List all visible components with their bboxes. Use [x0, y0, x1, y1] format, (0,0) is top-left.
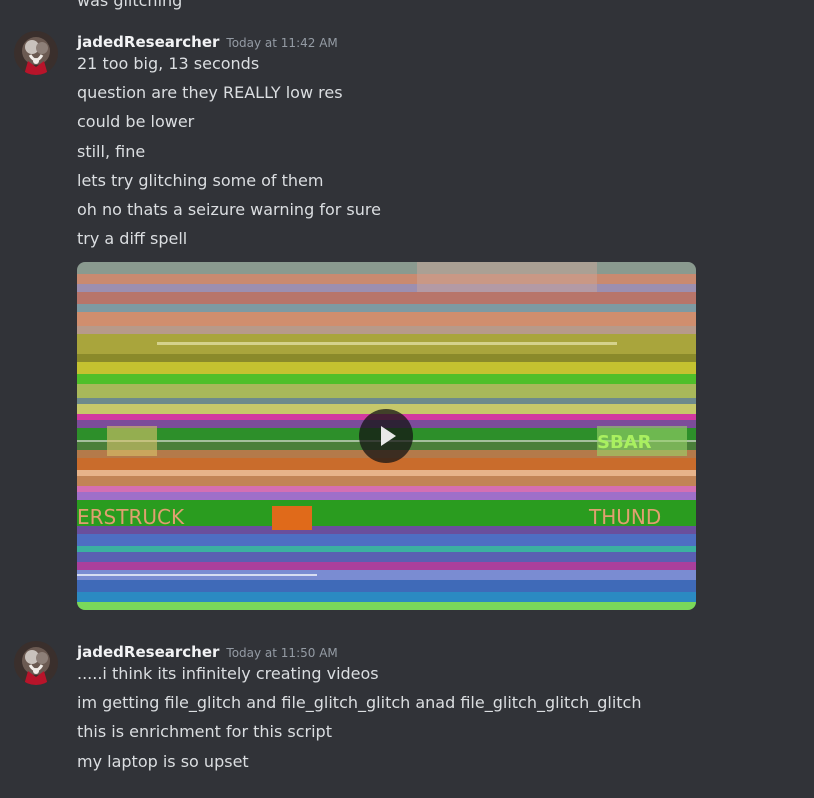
- message-line: my laptop is so upset: [77, 751, 249, 771]
- message-header: jadedResearcher Today at 11:50 AM: [77, 641, 338, 663]
- chat-messages: was glitching jadedResearcher Today at 11…: [0, 0, 814, 798]
- timestamp: Today at 11:50 AM: [226, 646, 338, 660]
- message-line: still, fine: [77, 141, 146, 161]
- video-overlay-text-left: ERSTRUCK: [77, 505, 185, 529]
- avatar[interactable]: [14, 641, 58, 685]
- video-attachment[interactable]: SBAR ERSTRUCK THUND: [77, 262, 696, 610]
- message-line: im getting file_glitch and file_glitch_g…: [77, 693, 642, 713]
- message-line: try a diff spell: [77, 229, 188, 249]
- message-line: lets try glitching some of them: [77, 170, 324, 190]
- message-line: could be lower: [77, 112, 195, 132]
- timestamp: Today at 11:42 AM: [226, 36, 338, 50]
- message-content: 21 too big, 13 seconds question are they…: [77, 53, 381, 257]
- avatar[interactable]: [14, 31, 58, 75]
- message-content: .....i think its infinitely creating vid…: [77, 663, 642, 780]
- message-line: oh no thats a seizure warning for sure: [77, 199, 381, 219]
- video-overlay-text-top-right: SBAR: [597, 432, 652, 453]
- play-icon: [381, 426, 396, 446]
- previous-message-text: was glitching: [77, 0, 183, 10]
- message-line: this is enrichment for this script: [77, 722, 332, 742]
- username[interactable]: jadedResearcher: [77, 643, 219, 661]
- video-overlay-text-right: THUND: [588, 505, 661, 529]
- username[interactable]: jadedResearcher: [77, 33, 219, 51]
- message-line: 21 too big, 13 seconds: [77, 54, 260, 73]
- message-line: .....i think its infinitely creating vid…: [77, 664, 379, 683]
- message-header: jadedResearcher Today at 11:42 AM: [77, 31, 338, 53]
- message-line: question are they REALLY low res: [77, 83, 343, 103]
- play-button[interactable]: [359, 409, 413, 463]
